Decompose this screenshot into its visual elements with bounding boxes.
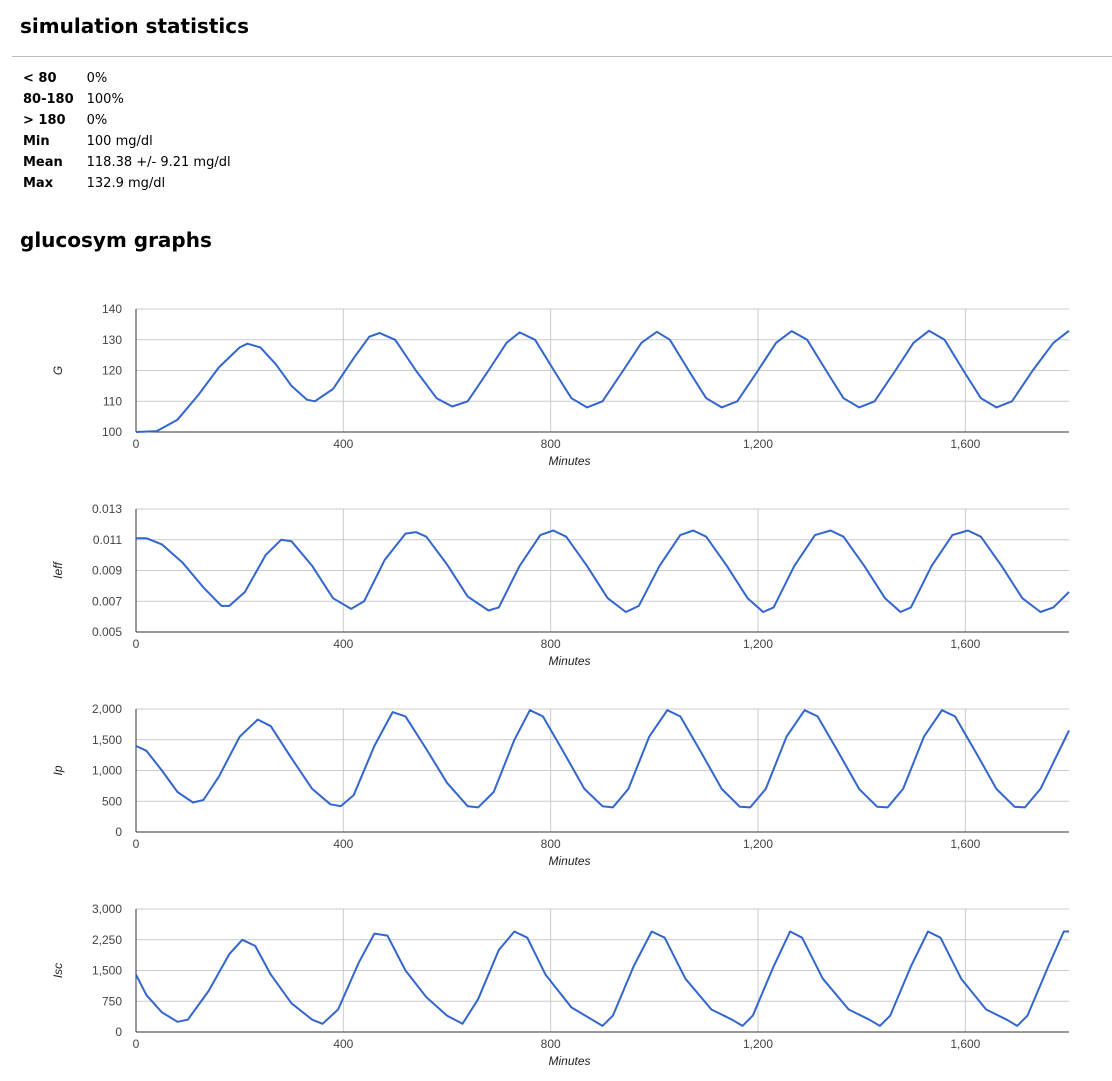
stats-value: 118.38 +/- 9.21 mg/dl [86, 155, 231, 170]
x-tick-label: 1,200 [743, 437, 773, 451]
x-axis-title: Minutes [548, 654, 590, 668]
y-tick-label: 140 [102, 302, 122, 316]
stats-label: 80-180 [23, 92, 74, 107]
stats-value: 0% [86, 113, 108, 128]
chart-isc: 0 400 800 1,200 1,600 0 750 1,500 2,250 3,000 Minu… [51, 902, 1069, 1068]
y-tick-label: 1,500 [92, 733, 122, 747]
x-tick-label: 1,600 [950, 437, 980, 451]
y-axis-title: Ip [51, 765, 65, 775]
y-tick-label: 500 [102, 794, 122, 808]
y-axis-title: Ieff [51, 561, 65, 579]
x-tick-label: 800 [541, 437, 561, 451]
stats-value: 132.9 mg/dl [86, 176, 166, 191]
graphs-title: glucosym graphs [20, 228, 212, 252]
x-tick-label: 400 [333, 637, 353, 651]
x-axis-title: Minutes [548, 854, 590, 868]
y-tick-label: 130 [102, 333, 122, 347]
y-tick-label: 3,000 [92, 902, 122, 916]
x-tick-label: 800 [541, 837, 561, 851]
stats-label: Max [23, 176, 54, 191]
y-tick-label: 1,500 [92, 964, 122, 978]
x-tick-label: 400 [333, 1037, 353, 1051]
y-tick-label: 1,000 [92, 764, 122, 778]
x-tick-label: 1,200 [743, 637, 773, 651]
series-line [135, 709, 1070, 809]
stats-row: > 180 0% [20, 110, 237, 131]
chart-ieff: 0 400 800 1,200 1,600 0.005 0.007 0.009 0.011 0.0… [51, 502, 1070, 668]
y-tick-label: 2,000 [92, 702, 122, 716]
x-tick-label: 0 [133, 1037, 140, 1051]
stats-value: 0% [86, 71, 108, 86]
stats-row: < 80 0% [20, 68, 237, 89]
y-tick-label: 0 [115, 1025, 122, 1039]
stats-title: simulation statistics [20, 14, 250, 38]
chart-g: 0 400 800 1,200 1,600 100 110 120 130 140 Minutes G [51, 302, 1070, 468]
x-tick-label: 1,200 [743, 837, 773, 851]
x-tick-label: 1,600 [950, 637, 980, 651]
stats-value: 100% [86, 92, 124, 107]
x-tick-label: 800 [541, 1037, 561, 1051]
x-tick-label: 1,200 [743, 1037, 773, 1051]
y-axis-title: Isc [51, 963, 65, 978]
y-tick-label: 0.005 [92, 625, 122, 639]
y-tick-label: 2,250 [92, 933, 122, 947]
y-tick-label: 750 [102, 994, 122, 1008]
x-tick-label: 0 [133, 437, 140, 451]
x-tick-label: 0 [133, 637, 140, 651]
x-tick-label: 800 [541, 637, 561, 651]
y-tick-label: 0 [115, 825, 122, 839]
stats-value: 100 mg/dl [86, 134, 153, 149]
stats-divider [12, 56, 1112, 57]
glucosym-charts: 0 400 800 1,200 1,600 100 110 120 130 140 Minutes G… [51, 302, 1070, 1068]
stats-row: Min 100 mg/dl [20, 131, 237, 152]
y-tick-label: 0.011 [93, 533, 122, 547]
stats-label: < 80 [23, 71, 57, 86]
series-line [135, 329, 1070, 433]
stats-row: 80-180 100% [20, 89, 237, 110]
y-axis-title: G [51, 366, 65, 375]
stats-row: Mean 118.38 +/- 9.21 mg/dl [20, 152, 237, 173]
y-tick-label: 100 [102, 425, 122, 439]
x-axis-title: Minutes [548, 454, 590, 468]
series-line [135, 930, 1069, 1027]
y-tick-label: 110 [103, 394, 122, 408]
y-tick-label: 0.013 [92, 502, 122, 516]
stats-table: < 80 0% 80-180 100% > 180 0% Min 100 mg/dl Mean 1… [20, 68, 237, 194]
x-tick-label: 1,600 [950, 837, 980, 851]
chart-ip: 0 400 800 1,200 1,600 0 500 1,000 1,500 2,000 Minu… [51, 702, 1070, 868]
stats-label: Min [23, 134, 50, 149]
x-tick-label: 1,600 [950, 1037, 980, 1051]
stats-row: Max 132.9 mg/dl [20, 173, 237, 194]
x-tick-label: 400 [333, 437, 353, 451]
x-tick-label: 0 [133, 837, 140, 851]
series-line [136, 529, 1070, 613]
stats-label: Mean [23, 155, 63, 170]
y-tick-label: 0.009 [92, 564, 122, 578]
y-tick-label: 0.007 [92, 594, 122, 608]
y-tick-label: 120 [102, 364, 122, 378]
stats-label: > 180 [23, 113, 66, 128]
x-tick-label: 400 [333, 837, 353, 851]
x-axis-title: Minutes [548, 1054, 590, 1068]
